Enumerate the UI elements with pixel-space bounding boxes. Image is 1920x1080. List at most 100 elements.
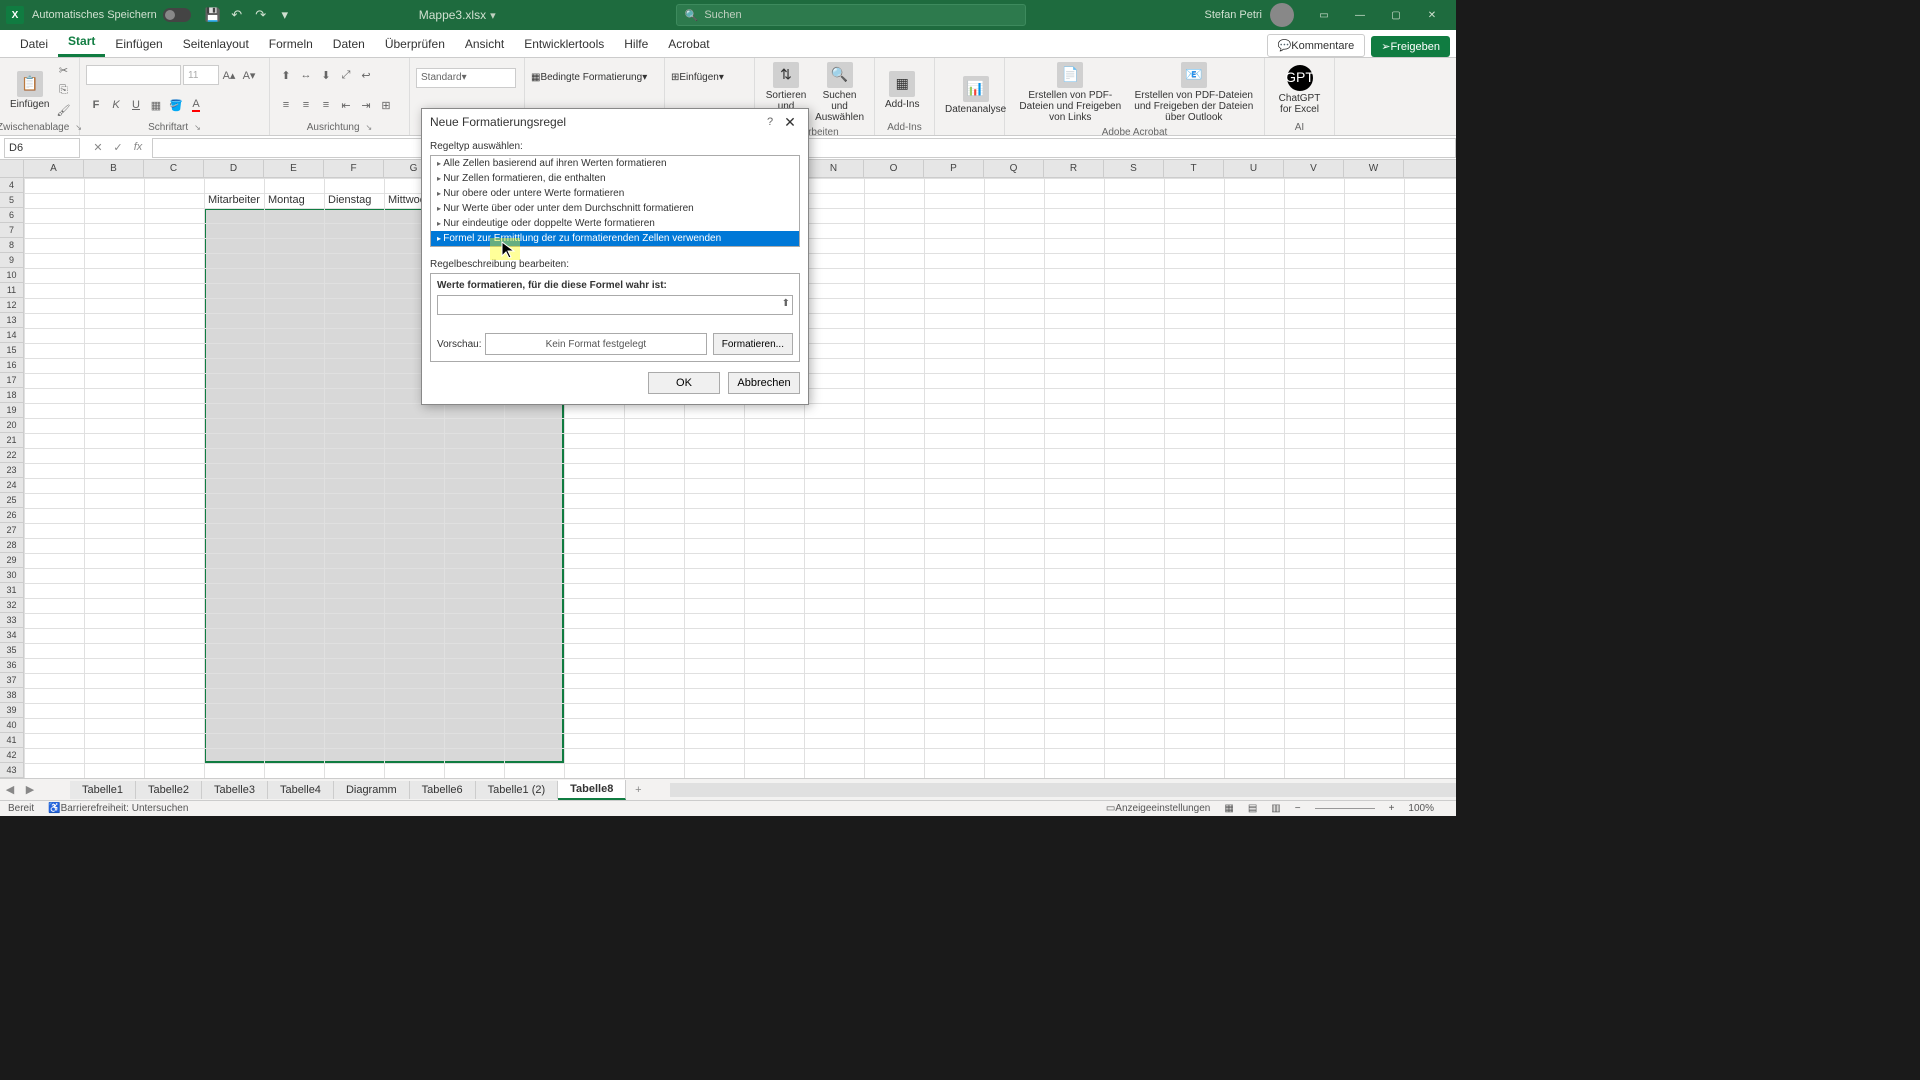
row-head-33[interactable]: 33: [0, 613, 24, 628]
zoom-out-icon[interactable]: −: [1295, 803, 1301, 814]
cancel-button[interactable]: Abbrechen: [728, 372, 800, 394]
row-head-43[interactable]: 43: [0, 763, 24, 778]
undo-icon[interactable]: ↶: [227, 5, 247, 25]
align-right-icon[interactable]: ≡: [317, 96, 335, 114]
rule-option-1[interactable]: Nur Zellen formatieren, die enthalten: [431, 171, 799, 186]
col-head-a[interactable]: A: [24, 160, 84, 177]
range-selector-icon[interactable]: ⬆: [782, 298, 790, 309]
rule-option-3[interactable]: Nur Werte über oder unter dem Durchschni…: [431, 201, 799, 216]
formula-input-box[interactable]: ⬆: [437, 295, 793, 315]
italic-icon[interactable]: K: [107, 96, 125, 114]
col-head-c[interactable]: C: [144, 160, 204, 177]
search-box[interactable]: 🔍 Suchen: [676, 4, 1026, 26]
row-head-14[interactable]: 14: [0, 328, 24, 343]
underline-icon[interactable]: U: [127, 96, 145, 114]
share-button[interactable]: ➢ Freigeben: [1371, 36, 1450, 57]
status-accessibility[interactable]: ♿ Barrierefreiheit: Untersuchen: [48, 803, 188, 814]
view-normal-icon[interactable]: ▦: [1224, 803, 1233, 814]
row-head-9[interactable]: 9: [0, 253, 24, 268]
font-name-combo[interactable]: [86, 65, 181, 85]
row-head-36[interactable]: 36: [0, 658, 24, 673]
dialog-help-icon[interactable]: ?: [760, 116, 780, 128]
data-analysis-button[interactable]: 📊Datenanalyse: [941, 60, 1010, 131]
row-head-11[interactable]: 11: [0, 283, 24, 298]
increase-indent-icon[interactable]: ⇥: [357, 96, 375, 114]
row-head-35[interactable]: 35: [0, 643, 24, 658]
col-head-w[interactable]: W: [1344, 160, 1404, 177]
cut-icon[interactable]: ✂: [54, 61, 72, 79]
fill-color-icon[interactable]: 🪣: [167, 96, 185, 114]
tab-datei[interactable]: Datei: [10, 31, 58, 57]
maximize-icon[interactable]: ▢: [1378, 0, 1414, 30]
row-head-6[interactable]: 6: [0, 208, 24, 223]
ok-button[interactable]: OK: [648, 372, 720, 394]
rule-type-list[interactable]: Alle Zellen basierend auf ihren Werten f…: [430, 155, 800, 247]
row-head-5[interactable]: 5: [0, 193, 24, 208]
create-pdf-button[interactable]: 📄Erstellen von PDF-Dateien und Freigeben…: [1011, 60, 1130, 125]
rule-option-5[interactable]: Formel zur Ermittlung der zu formatieren…: [431, 231, 799, 246]
sheet-tab-8[interactable]: Tabelle8: [558, 780, 626, 800]
fx-icon[interactable]: fx: [128, 141, 148, 154]
row-head-22[interactable]: 22: [0, 448, 24, 463]
zoom-in-icon[interactable]: +: [1389, 803, 1395, 814]
align-left-icon[interactable]: ≡: [277, 96, 295, 114]
tab-hilfe[interactable]: Hilfe: [614, 31, 658, 57]
row-head-8[interactable]: 8: [0, 238, 24, 253]
tab-einfuegen[interactable]: Einfügen: [105, 31, 172, 57]
rule-option-4[interactable]: Nur eindeutige oder doppelte Werte forma…: [431, 216, 799, 231]
row-head-15[interactable]: 15: [0, 343, 24, 358]
insert-cells-button[interactable]: ⊞ Einfügen ▾: [671, 72, 748, 83]
align-center-icon[interactable]: ≡: [297, 96, 315, 114]
font-size-combo[interactable]: 11: [183, 65, 219, 85]
accept-formula-icon[interactable]: ✓: [108, 141, 128, 154]
col-head-f[interactable]: F: [324, 160, 384, 177]
tab-seitenlayout[interactable]: Seitenlayout: [173, 31, 259, 57]
row-head-7[interactable]: 7: [0, 223, 24, 238]
row-head-13[interactable]: 13: [0, 313, 24, 328]
row-head-19[interactable]: 19: [0, 403, 24, 418]
display-settings[interactable]: ▭ Anzeigeeinstellungen: [1106, 803, 1211, 814]
row-head-38[interactable]: 38: [0, 688, 24, 703]
col-head-b[interactable]: B: [84, 160, 144, 177]
sheet-tab-5[interactable]: Diagramm: [334, 781, 410, 799]
row-head-18[interactable]: 18: [0, 388, 24, 403]
share-pdf-outlook-button[interactable]: 📧Erstellen von PDF-Dateien und Freigeben…: [1130, 60, 1258, 125]
row-head-28[interactable]: 28: [0, 538, 24, 553]
sheet-next-icon[interactable]: ▶: [20, 783, 40, 796]
row-head-27[interactable]: 27: [0, 523, 24, 538]
row-head-29[interactable]: 29: [0, 553, 24, 568]
name-box[interactable]: D6: [4, 138, 80, 158]
row-head-4[interactable]: 4: [0, 178, 24, 193]
save-icon[interactable]: 💾: [203, 5, 223, 25]
row-head-34[interactable]: 34: [0, 628, 24, 643]
orientation-icon[interactable]: ⤢: [337, 66, 355, 84]
bold-icon[interactable]: F: [87, 96, 105, 114]
row-head-12[interactable]: 12: [0, 298, 24, 313]
sheet-tab-7[interactable]: Tabelle1 (2): [476, 781, 558, 799]
tab-start[interactable]: Start: [58, 28, 105, 57]
tab-entwicklertools[interactable]: Entwicklertools: [514, 31, 614, 57]
redo-icon[interactable]: ↷: [251, 5, 271, 25]
row-head-20[interactable]: 20: [0, 418, 24, 433]
row-head-17[interactable]: 17: [0, 373, 24, 388]
col-head-t[interactable]: T: [1164, 160, 1224, 177]
row-head-25[interactable]: 25: [0, 493, 24, 508]
font-color-icon[interactable]: A: [187, 96, 205, 114]
addins-button[interactable]: ▦Add-Ins: [881, 60, 923, 120]
col-head-e[interactable]: E: [264, 160, 324, 177]
paste-button[interactable]: 📋 Einfügen: [6, 60, 53, 120]
row-head-24[interactable]: 24: [0, 478, 24, 493]
select-all-corner[interactable]: [0, 160, 24, 177]
qat-dropdown-icon[interactable]: ▾: [275, 5, 295, 25]
col-head-v[interactable]: V: [1284, 160, 1344, 177]
view-layout-icon[interactable]: ▤: [1248, 803, 1257, 814]
tab-formeln[interactable]: Formeln: [259, 31, 323, 57]
sheet-prev-icon[interactable]: ◀: [0, 783, 20, 796]
tab-daten[interactable]: Daten: [323, 31, 375, 57]
horizontal-scrollbar[interactable]: [670, 783, 1456, 797]
user-account[interactable]: Stefan Petri: [1205, 3, 1294, 27]
row-head-40[interactable]: 40: [0, 718, 24, 733]
add-sheet-icon[interactable]: +: [626, 784, 650, 796]
docname-dropdown-icon[interactable]: ▾: [490, 9, 496, 22]
col-head-d[interactable]: D: [204, 160, 264, 177]
